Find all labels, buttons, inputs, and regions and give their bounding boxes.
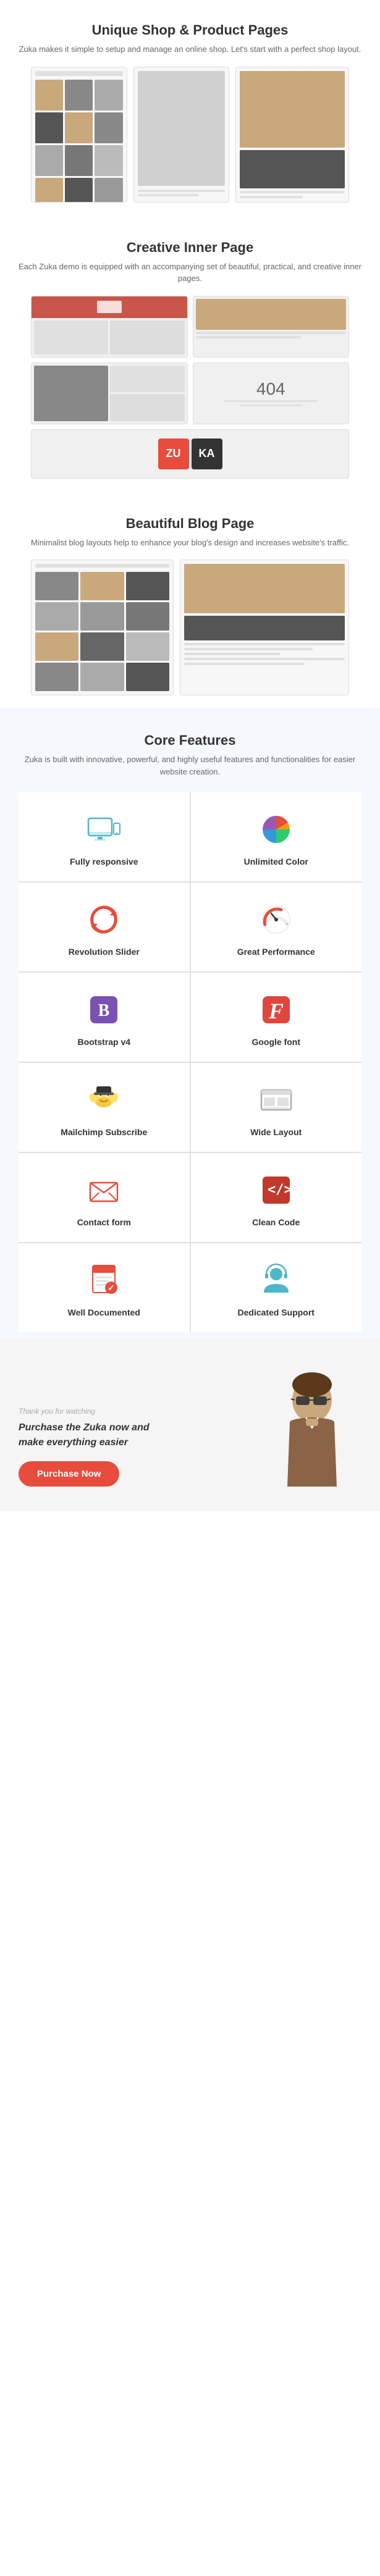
cta-brand-name: Zuka	[83, 1422, 106, 1433]
support-icon	[258, 1262, 295, 1299]
unique-shop-desc: Zuka makes it simple to setup and manage…	[19, 43, 361, 56]
revolution-icon	[85, 901, 122, 938]
mailchimp-icon	[85, 1081, 122, 1118]
feature-wide-layout: Wide Layout	[191, 1063, 362, 1152]
color-icon	[258, 811, 295, 848]
creative-inner-section: Creative Inner Page Each Zuka demo is eq…	[0, 215, 380, 491]
core-features-section: Core Features Zuka is built with innovat…	[0, 708, 380, 1338]
google-font-label: Google font	[251, 1037, 300, 1047]
bootstrap-icon: B	[85, 991, 122, 1028]
feature-revolution-slider: Revolution Slider	[19, 883, 190, 971]
well-documented-label: Well Documented	[68, 1307, 140, 1317]
unique-shop-title: Unique Shop & Product Pages	[19, 22, 361, 38]
responsive-icon	[85, 811, 122, 848]
svg-text:</>: </>	[268, 1182, 292, 1198]
wide-layout-label: Wide Layout	[250, 1127, 302, 1137]
beautiful-blog-section: Beautiful Blog Page Minimalist blog layo…	[0, 491, 380, 708]
core-features-title: Core Features	[19, 732, 361, 749]
feature-great-performance: Great Performance	[191, 883, 362, 971]
inner-mockup-4: 404	[193, 363, 350, 424]
person-svg	[263, 1363, 361, 1487]
dedicated-support-label: Dedicated Support	[238, 1307, 315, 1317]
feature-well-documented: ✓ Well Documented	[19, 1243, 190, 1332]
unique-shop-section: Unique Shop & Product Pages Zuka makes i…	[0, 0, 380, 215]
bootstrap-label: Bootstrap v4	[77, 1037, 130, 1047]
purchase-now-button[interactable]: Purchase Now	[19, 1461, 119, 1487]
feature-dedicated-support: Dedicated Support	[191, 1243, 362, 1332]
creative-inner-desc: Each Zuka demo is equipped with an accom…	[19, 261, 361, 285]
mailchimp-label: Mailchimp Subscribe	[61, 1127, 147, 1137]
feature-clean-code: </> Clean Code	[191, 1153, 362, 1242]
svg-text:B: B	[98, 1001, 110, 1020]
performance-icon	[258, 901, 295, 938]
feature-bootstrap: B Bootstrap v4	[19, 973, 190, 1062]
beautiful-blog-title: Beautiful Blog Page	[19, 516, 361, 532]
inner-mockup-3	[31, 363, 188, 424]
unlimited-color-label: Unlimited Color	[244, 857, 308, 866]
cta-text-before-brand: Purchase the	[19, 1422, 83, 1433]
blog-mockup-left	[31, 560, 174, 695]
beautiful-blog-desc: Minimalist blog layouts help to enhance …	[19, 537, 361, 549]
contact-form-label: Contact form	[77, 1217, 131, 1227]
inner-mockup-full: ZU KA	[31, 429, 349, 479]
great-performance-label: Great Performance	[237, 947, 315, 957]
feature-mailchimp: Mailchimp Subscribe	[19, 1063, 190, 1152]
cleancode-icon: </>	[258, 1172, 295, 1209]
cta-text-column: Thank you for watching Purchase the Zuka…	[19, 1407, 263, 1487]
widelayout-icon	[258, 1081, 295, 1118]
fully-responsive-label: Fully responsive	[70, 857, 138, 866]
feature-fully-responsive: Fully responsive	[19, 792, 190, 881]
cta-tagline: Thank you for watching	[19, 1407, 263, 1416]
svg-text:F: F	[268, 999, 284, 1023]
inner-mockup-1	[31, 296, 188, 358]
feature-google-font: F Google font	[191, 973, 362, 1062]
cta-section: Thank you for watching Purchase the Zuka…	[0, 1338, 380, 1511]
shop-mockup-right	[235, 67, 349, 203]
contactform-icon	[85, 1172, 122, 1209]
core-features-desc: Zuka is built with innovative, powerful,…	[19, 753, 361, 778]
googlefont-icon: F	[258, 991, 295, 1028]
shop-mockup-left	[31, 67, 127, 203]
creative-inner-title: Creative Inner Page	[19, 240, 361, 256]
welldoc-icon: ✓	[85, 1262, 122, 1299]
cta-person-illustration	[263, 1363, 361, 1487]
svg-text:✓: ✓	[108, 1283, 115, 1293]
blog-mockup-right	[180, 560, 349, 695]
feature-unlimited-color: Unlimited Color	[191, 792, 362, 881]
shop-mockup-middle	[133, 67, 230, 203]
clean-code-label: Clean Code	[252, 1217, 300, 1227]
inner-mockup-2	[193, 296, 350, 358]
revolution-slider-label: Revolution Slider	[69, 947, 140, 957]
features-grid: Fully responsive Unlimited Color	[19, 792, 361, 1332]
feature-contact-form: Contact form	[19, 1153, 190, 1242]
cta-main-text: Purchase the Zuka now and make everythin…	[19, 1420, 263, 1450]
